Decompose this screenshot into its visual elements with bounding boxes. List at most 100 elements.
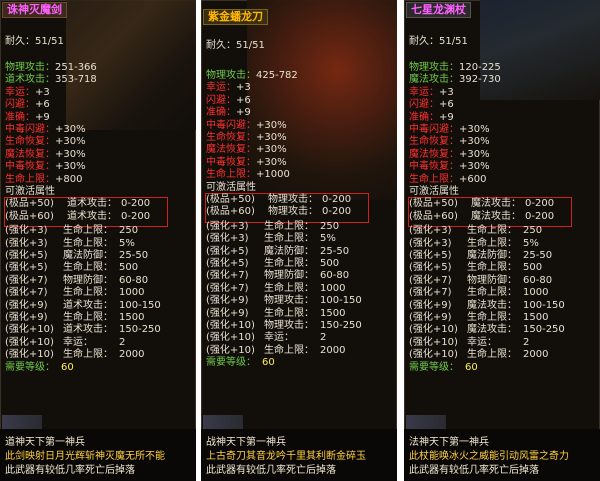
stat-label: 物理攻击： <box>409 62 459 73</box>
enhance-grade: (强化+7) <box>5 274 48 286</box>
drop-note: 此武器有较低几率死亡后掉落 <box>206 465 336 476</box>
enhance-value: 1500 <box>119 312 145 323</box>
enhance-stat: 生命上限： <box>264 233 314 245</box>
stat-row: 生命恢复：+30% <box>409 136 490 148</box>
enhance-stat: 生命上限： <box>264 258 314 269</box>
stat-value: +30% <box>55 161 86 173</box>
enhance-grade: (强化+5) <box>5 262 48 274</box>
enhance-grade: (强化+9) <box>206 307 249 319</box>
durability-value: 51/51 <box>35 36 64 47</box>
enhance-grade: (强化+3) <box>5 225 48 237</box>
enhance-value: 500 <box>119 262 139 274</box>
stat-value: +30% <box>256 132 287 143</box>
stat-value: 120-225 <box>459 62 501 73</box>
enhance-value: 2 <box>523 336 530 348</box>
enhance-value: 100-150 <box>320 295 362 307</box>
enhance-value: 500 <box>320 258 340 269</box>
enhance-grade: (强化+7) <box>409 274 452 286</box>
enhance-row: (强化+9) 物理攻击： 100-150 <box>206 295 362 307</box>
enhance-stat: 生命上限： <box>63 312 113 323</box>
enhance-row: (强化+5) 魔法防御： 25-50 <box>5 250 148 262</box>
enhance-grade: (强化+3) <box>409 225 452 237</box>
item-thumbnail <box>406 415 446 429</box>
enhance-stat: 物理攻击： <box>264 295 314 307</box>
stat-value: +600 <box>459 173 487 185</box>
enhance-value: 60-80 <box>320 270 350 282</box>
extreme-row: (极品+60) 物理攻击： 0-200 <box>206 206 351 218</box>
stat-label: 魔法攻击： <box>409 74 459 86</box>
stat-label: 物理攻击： <box>206 70 256 81</box>
stat-value: +1000 <box>256 169 290 181</box>
enhance-value: 1000 <box>119 287 145 299</box>
enhance-row: (强化+10) 道术攻击： 150-250 <box>5 324 161 336</box>
enhance-value: 250 <box>523 225 543 237</box>
enhance-value: 150-250 <box>119 324 161 336</box>
stat-label: 生命上限： <box>5 173 55 185</box>
extreme-value: 0-200 <box>121 210 151 222</box>
enhance-grade: (强化+5) <box>5 250 48 261</box>
enhance-grade: (强化+10) <box>5 336 54 348</box>
item-title: 紫金蟠龙刀 <box>203 9 268 25</box>
enhance-stat: 生命上限： <box>63 237 113 249</box>
enhance-value: 2000 <box>523 349 549 361</box>
enhance-stat: 生命上限： <box>63 349 113 361</box>
enhance-row: (强化+3) 生命上限： 250 <box>206 221 339 233</box>
enhance-stat: 魔法防御： <box>264 245 314 257</box>
extreme-stat: 魔法攻击： <box>471 198 521 210</box>
extreme-grade: (极品+60) <box>206 206 255 218</box>
extreme-grade: (极品+60) <box>409 210 458 222</box>
stat-row: 生命上限：+600 <box>409 174 486 186</box>
item-tooltip-panel: 紫金蟠龙刀 耐久：51/51 物理攻击：425-782 幸运：+3 闪避：+6 准确：+… <box>201 0 397 481</box>
stat-value: 353-718 <box>55 74 97 86</box>
durability-row: 耐久：51/51 <box>409 36 468 48</box>
stat-label: 生命上限： <box>409 173 459 185</box>
enhance-stat: 生命上限： <box>467 225 517 237</box>
enhance-stat: 魔法攻击： <box>467 324 517 336</box>
enhance-grade: (强化+7) <box>409 287 452 299</box>
stat-row: 生命上限：+1000 <box>206 169 290 181</box>
stat-row: 准确：+9 <box>5 112 50 124</box>
enhance-row: (强化+10) 幸运： 2 <box>5 336 125 349</box>
enhance-value: 100-150 <box>119 299 161 311</box>
enhance-row: (强化+5) 生命上限： 500 <box>5 262 138 274</box>
stat-row: 中毒恢复：+30% <box>409 161 490 173</box>
extreme-stat: 魔法攻击： <box>471 210 521 222</box>
stat-row: 准确：+9 <box>206 107 251 119</box>
enhance-grade: (强化+7) <box>206 270 249 282</box>
enhance-grade: (强化+10) <box>409 324 458 336</box>
required-level-value: 60 <box>465 361 478 373</box>
required-level-value: 60 <box>262 357 275 369</box>
stat-row: 中毒恢复：+30% <box>206 157 287 169</box>
stat-value: +9 <box>439 111 454 123</box>
durability-label: 耐久： <box>5 36 35 47</box>
stat-value: +30% <box>55 148 86 160</box>
stat-row: 幸运：+3 <box>5 87 50 99</box>
stat-label: 幸运： <box>409 86 439 98</box>
enhance-row: (强化+9) 道术攻击： 100-150 <box>5 299 161 312</box>
enhance-grade: (强化+10) <box>5 349 54 361</box>
enhance-value: 60-80 <box>119 274 149 286</box>
stat-label: 魔法恢复： <box>206 144 256 156</box>
enhance-row: (强化+10) 生命上限： 2000 <box>5 349 144 361</box>
enhance-row: (强化+9) 魔法攻击： 100-150 <box>409 300 565 312</box>
enhance-value: 1500 <box>320 307 346 319</box>
extreme-stat: 物理攻击： <box>268 194 318 205</box>
enhance-stat: 物理防御： <box>264 270 314 282</box>
stat-row: 幸运：+3 <box>409 87 454 99</box>
stat-value: +30% <box>55 136 86 148</box>
activatable-heading: 可激活属性 <box>5 186 55 197</box>
stat-value: +30% <box>55 124 86 135</box>
extreme-grade: (极品+50) <box>409 198 458 210</box>
enhance-stat: 道术攻击： <box>63 324 113 336</box>
enhance-row: (强化+5) 魔法防御： 25-50 <box>206 246 349 258</box>
enhance-stat: 魔法攻击： <box>467 299 517 311</box>
stat-row: 准确：+9 <box>409 112 454 124</box>
enhance-stat: 生命上限： <box>264 307 314 319</box>
extreme-value: 0-200 <box>322 194 352 205</box>
durability-row: 耐久：51/51 <box>5 36 64 48</box>
stat-label: 准确： <box>409 111 439 123</box>
enhance-grade: (强化+9) <box>5 299 48 311</box>
enhance-stat: 魔法防御： <box>63 250 113 261</box>
enhance-value: 150-250 <box>523 324 565 336</box>
stat-value: 425-782 <box>256 70 298 81</box>
